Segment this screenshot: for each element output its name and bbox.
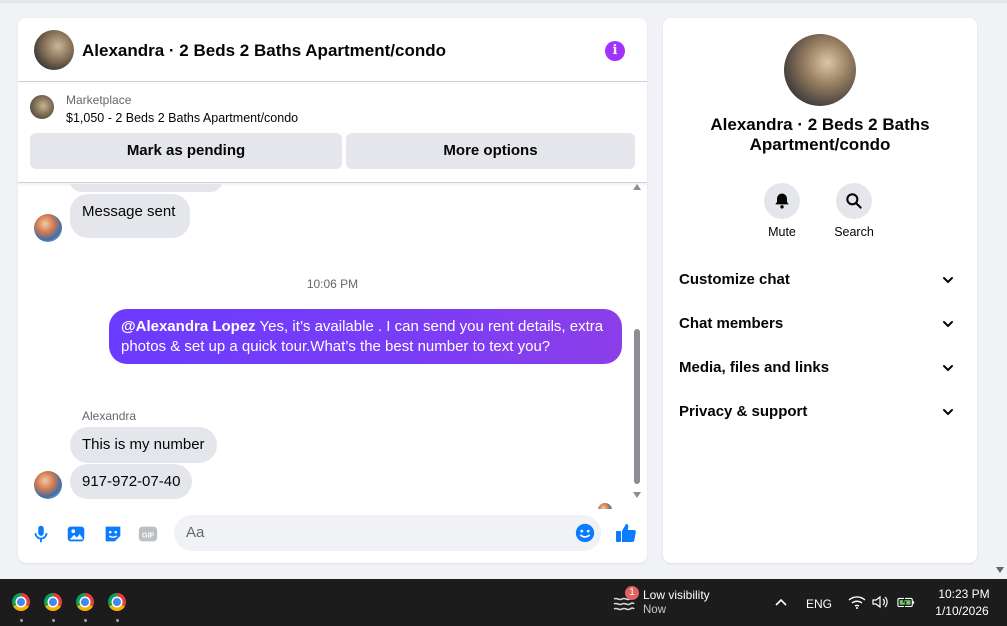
more-options-button[interactable]: More options (346, 133, 635, 169)
profile-avatar[interactable] (784, 34, 856, 106)
message-scrollbar[interactable] (632, 184, 642, 506)
listing-title[interactable]: $1,050 - 2 Beds 2 Baths Apartment/condo (66, 111, 298, 125)
language-indicator[interactable]: ENG (806, 597, 832, 611)
weather-subtitle: Now (643, 604, 667, 616)
page-scroll-down-arrow-icon[interactable] (996, 567, 1004, 573)
marketplace-listing-bar: Marketplace $1,050 - 2 Beds 2 Baths Apar… (18, 83, 647, 183)
photo-icon[interactable] (65, 523, 87, 545)
mute-action[interactable]: Mute (752, 183, 812, 239)
running-indicator (84, 619, 87, 622)
section-chat-members[interactable]: Chat members (671, 304, 969, 344)
mute-button[interactable] (764, 183, 800, 219)
chrome-icon[interactable] (12, 593, 30, 611)
section-label: Media, files and links (679, 359, 830, 376)
battery-charging-icon[interactable] (897, 594, 915, 610)
window-top-edge (0, 0, 1007, 3)
scroll-up-arrow-icon[interactable] (633, 184, 641, 190)
sticker-icon[interactable] (102, 523, 124, 545)
message-composer: GIF Aa (18, 513, 647, 563)
microphone-icon[interactable] (30, 523, 52, 545)
sender-avatar[interactable] (34, 214, 62, 242)
info-icon[interactable]: i (605, 41, 625, 61)
bell-icon (775, 193, 789, 209)
info-panel-title: Alexandra · 2 Beds 2 Baths Apartment/con… (710, 115, 930, 154)
section-media-files-links[interactable]: Media, files and links (671, 348, 969, 388)
search-button[interactable] (836, 183, 872, 219)
running-indicator (116, 619, 119, 622)
wifi-icon[interactable] (848, 594, 866, 610)
weather-title[interactable]: Low visibility (643, 588, 710, 602)
section-label: Privacy & support (679, 403, 808, 420)
previous-message-bubble (70, 184, 222, 192)
search-icon (846, 193, 862, 209)
chat-title[interactable]: Alexandra · 2 Beds 2 Baths Apartment/con… (82, 41, 446, 61)
gif-icon[interactable]: GIF (137, 523, 159, 545)
chevron-down-icon (943, 277, 953, 284)
message-list[interactable]: Message sent 10:06 PM @Alexandra Lopez Y… (18, 184, 647, 509)
chevron-down-icon (943, 365, 953, 372)
incoming-message[interactable]: Message sent (70, 194, 190, 238)
sender-name: Alexandra (82, 409, 137, 423)
clock-time[interactable]: 10:23 PM (932, 587, 996, 601)
listing-thumbnail[interactable] (30, 95, 54, 119)
chevron-up-icon[interactable] (774, 596, 788, 608)
outgoing-message[interactable]: @Alexandra Lopez Yes, it’s available . I… (109, 309, 622, 364)
emoji-icon[interactable] (574, 522, 596, 544)
message-input[interactable]: Aa (174, 515, 601, 551)
volume-icon[interactable] (871, 594, 889, 610)
search-label: Search (834, 225, 874, 239)
incoming-message[interactable]: This is my number (70, 427, 217, 463)
running-indicator (20, 619, 23, 622)
chevron-down-icon (943, 321, 953, 328)
user-mention[interactable]: @Alexandra Lopez (121, 318, 256, 335)
taskbar: 1 Low visibility Now ENG 10:23 PM 1/10/2… (0, 579, 1007, 626)
chrome-icon[interactable] (108, 593, 126, 611)
seen-indicator-avatar (598, 503, 612, 509)
chevron-down-icon (943, 409, 953, 416)
clock-date[interactable]: 1/10/2026 (928, 604, 996, 618)
chrome-icon[interactable] (76, 593, 94, 611)
listing-kicker: Marketplace (66, 93, 132, 107)
notification-badge: 1 (625, 586, 639, 600)
incoming-message[interactable]: 917-972-07-40 (70, 464, 193, 499)
section-label: Customize chat (679, 271, 790, 288)
section-privacy-support[interactable]: Privacy & support (671, 392, 969, 432)
search-action[interactable]: Search (824, 183, 884, 239)
message-input-placeholder: Aa (186, 524, 205, 541)
scroll-thumb[interactable] (634, 329, 640, 484)
chrome-icon[interactable] (44, 593, 62, 611)
sender-avatar[interactable] (34, 471, 62, 499)
section-label: Chat members (679, 315, 784, 332)
thumbs-up-icon[interactable] (614, 521, 638, 545)
svg-text:GIF: GIF (142, 531, 155, 540)
message-timestamp: 10:06 PM (306, 277, 359, 291)
conversation-info-panel: Alexandra · 2 Beds 2 Baths Apartment/con… (663, 18, 977, 563)
chat-header: Alexandra · 2 Beds 2 Baths Apartment/con… (18, 18, 647, 82)
mark-as-pending-button[interactable]: Mark as pending (30, 133, 342, 169)
mute-label: Mute (768, 225, 796, 239)
running-indicator (52, 619, 55, 622)
section-customize-chat[interactable]: Customize chat (671, 260, 969, 300)
chat-panel: Alexandra · 2 Beds 2 Baths Apartment/con… (18, 18, 647, 563)
scroll-down-arrow-icon[interactable] (633, 492, 641, 498)
listing-avatar[interactable] (34, 30, 74, 70)
